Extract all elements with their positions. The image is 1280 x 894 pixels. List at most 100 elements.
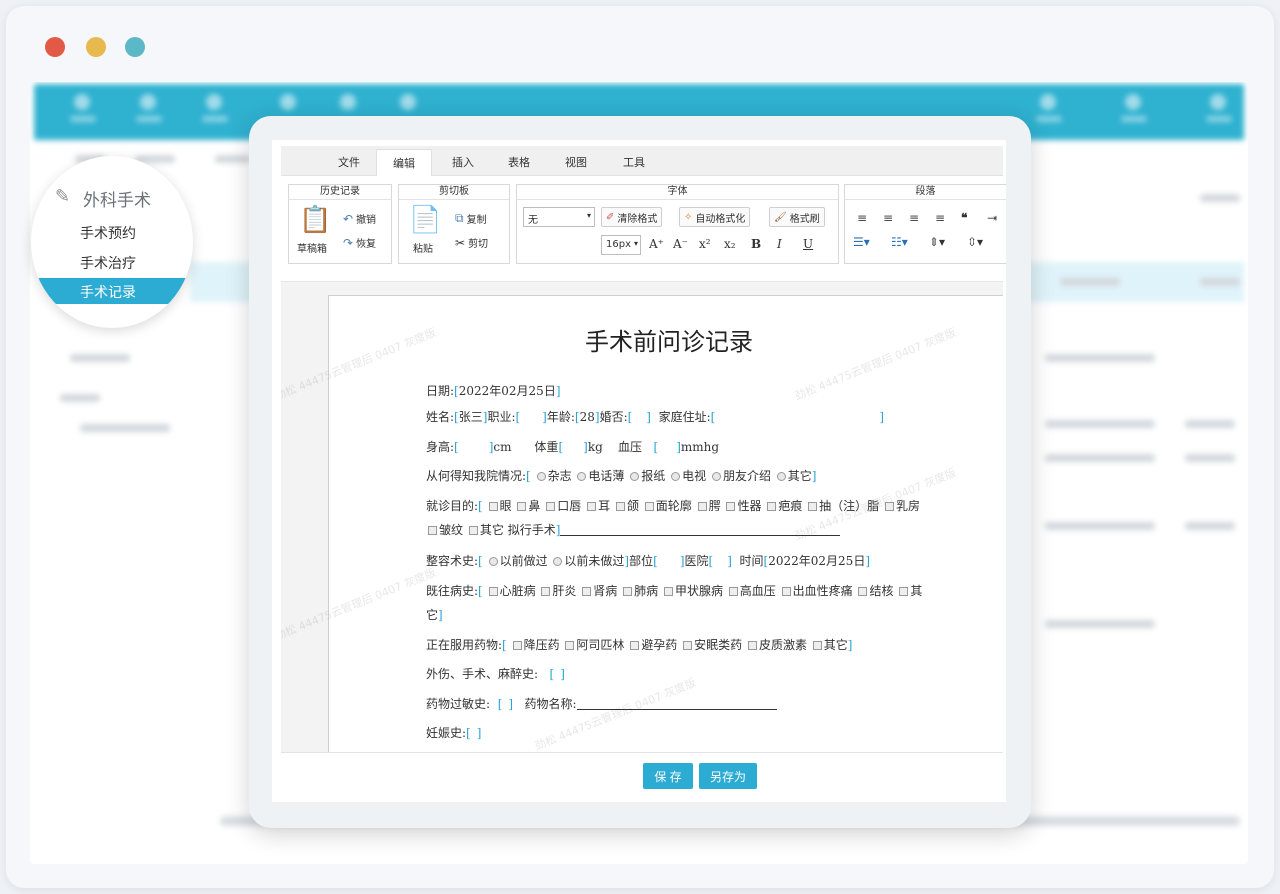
checkbox[interactable] <box>697 502 707 511</box>
save-button[interactable]: 保 存 <box>643 763 693 789</box>
copy-label: 复制 <box>466 215 487 226</box>
checkbox[interactable] <box>517 502 527 511</box>
checkbox[interactable] <box>468 526 478 535</box>
redo-button[interactable]: ↷ 恢复 <box>343 235 376 251</box>
font-family-select[interactable]: 无 ▾ <box>523 207 595 227</box>
checkbox[interactable] <box>767 502 777 511</box>
font-size-select[interactable]: 16px ▾ <box>601 235 641 255</box>
checkbox[interactable] <box>644 502 654 511</box>
radio-button[interactable] <box>536 472 546 481</box>
document-page[interactable]: 劲松 44475云管理后 0407 灰度版 劲松 44475云管理后 0407 … <box>281 295 1003 752</box>
checkbox[interactable] <box>858 587 868 596</box>
auto-format-button[interactable]: ✧ 自动格式化 <box>679 207 751 227</box>
checkbox[interactable] <box>885 502 894 511</box>
checkbox[interactable] <box>747 641 757 650</box>
spacing-icon[interactable]: ⇳▾ <box>967 235 983 249</box>
quote-icon[interactable]: ❝ <box>961 211 967 225</box>
numbered-list-icon[interactable]: ☷▾ <box>891 235 908 249</box>
checkbox[interactable] <box>582 587 592 596</box>
editor-footer: 保 存 另存为 <box>281 752 1003 802</box>
radio-button[interactable] <box>630 472 640 481</box>
superscript-icon[interactable]: x² <box>699 237 711 251</box>
tab-edit[interactable]: 编辑 <box>376 149 432 176</box>
clipboard-group-title: 剪切板 <box>399 185 509 200</box>
brush-icon: 🖌 <box>774 211 787 223</box>
checkbox[interactable] <box>512 641 522 650</box>
clear-format-button[interactable]: ✐ 清除格式 <box>601 207 663 227</box>
indent-icon[interactable]: ⇥ <box>987 211 997 225</box>
undo-button[interactable]: ↶ 撤销 <box>343 211 376 227</box>
date-field[interactable]: 2022年02月25日 <box>459 384 556 398</box>
time-field[interactable]: 2022年02月25日 <box>768 554 865 568</box>
bold-icon[interactable]: B <box>751 237 761 251</box>
tab-table[interactable]: 表格 <box>508 154 530 170</box>
checkbox[interactable] <box>630 641 640 650</box>
age-field[interactable]: 28 <box>580 410 595 424</box>
font-family-value: 无 <box>528 215 538 226</box>
checkbox[interactable] <box>728 587 738 596</box>
purpose-line: 就诊目的:[ 眼 鼻 口唇 耳 颌 面轮廓 腭 性器 疤痕 抽（注）脂 乳房 <box>426 499 921 513</box>
save-as-button[interactable]: 另存为 <box>699 763 757 789</box>
checkbox[interactable] <box>726 502 736 511</box>
checkbox[interactable] <box>488 587 498 596</box>
clipboard-group: 剪切板 📄 粘贴 ⧉ 复制 ✂ 剪切 <box>398 184 510 264</box>
italic-icon[interactable]: I <box>777 237 782 251</box>
font-group-title: 字体 <box>517 185 838 200</box>
radio-button[interactable] <box>577 472 587 481</box>
checkbox[interactable] <box>808 502 818 511</box>
checkbox[interactable] <box>488 502 498 511</box>
maximize-window-button[interactable] <box>125 37 145 57</box>
sidebar-item-surgery-appointment[interactable]: 手术预约 <box>80 223 136 243</box>
align-center-icon[interactable]: ≡ <box>883 211 893 225</box>
minimize-window-button[interactable] <box>86 37 106 57</box>
checkbox[interactable] <box>812 641 822 650</box>
personal-info-line: 姓名:[张三]职业:[]年龄:[28]婚否:[] 家庭住址:[] <box>426 410 885 424</box>
checkbox[interactable] <box>899 587 909 596</box>
tab-view[interactable]: 视图 <box>565 154 587 170</box>
checkbox[interactable] <box>615 502 625 511</box>
checkbox[interactable] <box>541 587 551 596</box>
radio-button[interactable] <box>671 472 681 481</box>
planned-surgery-field[interactable] <box>560 524 841 536</box>
tab-tools[interactable]: 工具 <box>623 154 645 170</box>
tab-insert[interactable]: 插入 <box>452 154 474 170</box>
editor-modal: 文件 编辑 插入 表格 视图 工具 历史记录 📋 草稿箱 ↶ 撤销 ↷ 恢复 剪切板… <box>249 116 1031 828</box>
bullet-list-icon[interactable]: ☰▾ <box>853 235 870 249</box>
checkbox[interactable] <box>565 641 575 650</box>
subscript-icon[interactable]: x₂ <box>724 237 736 251</box>
chevron-down-icon: ▾ <box>633 239 638 248</box>
line-height-icon[interactable]: ⇕▾ <box>929 235 945 249</box>
checkbox[interactable] <box>663 587 673 596</box>
drug-name-field[interactable] <box>576 698 777 710</box>
checkbox[interactable] <box>428 526 437 535</box>
cut-label: 剪切 <box>468 239 489 250</box>
sidebar-magnifier: ✎ 外科手术 手术预约 手术治疗 手术记录 <box>31 156 193 328</box>
paste-button[interactable]: 粘贴 <box>413 240 433 255</box>
underline-icon[interactable]: U <box>803 237 813 251</box>
tab-file[interactable]: 文件 <box>338 154 360 170</box>
eraser-icon: ✐ <box>606 211 615 223</box>
sidebar-item-surgery-treatment[interactable]: 手术治疗 <box>80 253 136 273</box>
align-left-icon[interactable]: ≡ <box>857 211 867 225</box>
format-brush-button[interactable]: 🖌 格式刷 <box>769 207 825 227</box>
checkbox[interactable] <box>623 587 633 596</box>
copy-button[interactable]: ⧉ 复制 <box>455 211 487 226</box>
font-shrink-icon[interactable]: A⁻ <box>673 237 688 251</box>
checkbox[interactable] <box>683 641 693 650</box>
font-grow-icon[interactable]: A⁺ <box>649 237 664 251</box>
radio-button[interactable] <box>711 472 721 481</box>
name-field[interactable]: 张三 <box>459 410 483 424</box>
radio-button[interactable] <box>553 557 563 566</box>
align-right-icon[interactable]: ≡ <box>909 211 919 225</box>
radio-button[interactable] <box>488 557 498 566</box>
radio-button[interactable] <box>776 472 786 481</box>
align-justify-icon[interactable]: ≡ <box>935 211 945 225</box>
checkbox[interactable] <box>781 587 791 596</box>
checkbox[interactable] <box>546 502 556 511</box>
close-window-button[interactable] <box>45 37 65 57</box>
history-group-title: 历史记录 <box>289 185 391 200</box>
checkbox[interactable] <box>587 502 597 511</box>
sidebar-item-surgery-record[interactable]: 手术记录 <box>31 278 193 304</box>
draft-button[interactable]: 草稿箱 <box>297 240 327 255</box>
cut-button[interactable]: ✂ 剪切 <box>455 235 489 251</box>
